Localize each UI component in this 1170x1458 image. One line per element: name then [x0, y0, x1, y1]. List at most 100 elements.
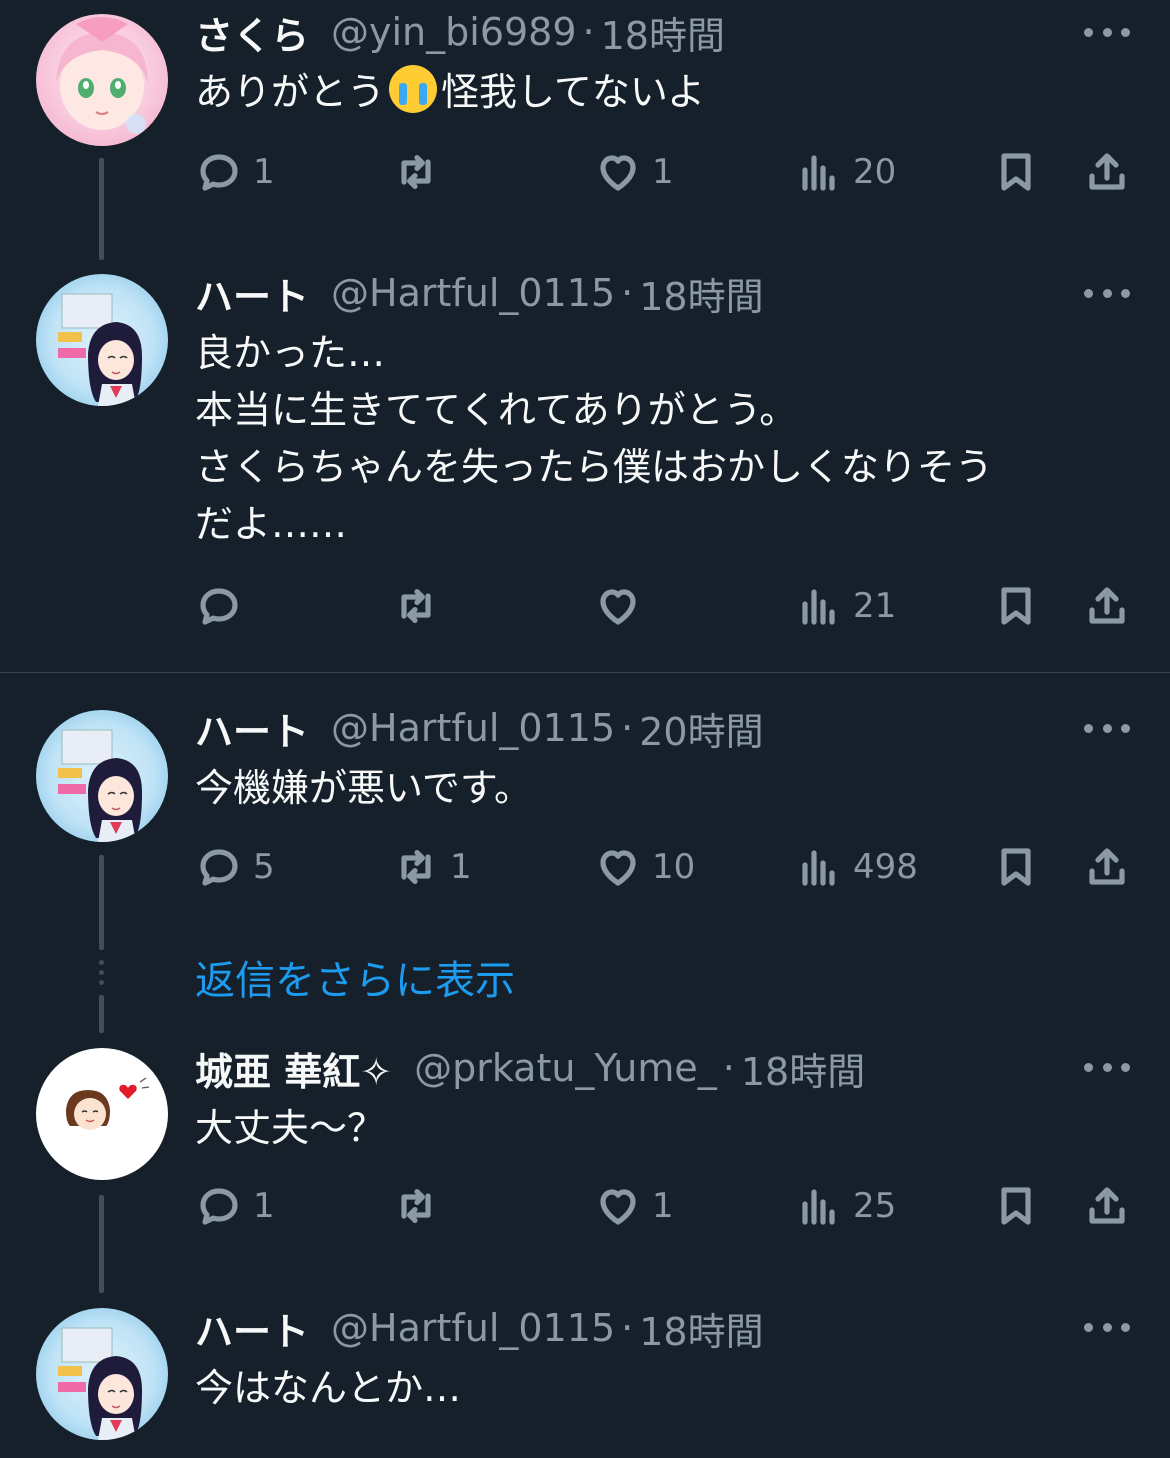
view-count: 21 [853, 586, 897, 626]
views-button[interactable]: 25 [795, 1176, 896, 1236]
views-chart-icon [802, 589, 835, 625]
user-handle[interactable]: @Hartful_0115 [331, 271, 615, 315]
retweet-icon [401, 850, 431, 884]
views-button[interactable]: 21 [795, 576, 896, 636]
retweet-button[interactable] [392, 576, 450, 636]
reply-button[interactable]: 1 [195, 1176, 275, 1236]
loudly-crying-face-icon [389, 65, 438, 113]
reply-button[interactable]: 5 [195, 837, 275, 897]
tweet-text: ありがとう 怪我してないよ [195, 64, 1125, 121]
bookmark-button[interactable] [992, 576, 1040, 636]
retweet-button[interactable] [392, 1176, 450, 1236]
tweet-header: ハート @Hartful_0115 · 18時間 [195, 263, 764, 323]
like-button[interactable] [594, 576, 652, 636]
heart-icon [600, 850, 636, 886]
reply-icon [200, 849, 238, 886]
reply-button[interactable] [195, 576, 253, 636]
separator-dot: · [582, 10, 595, 54]
share-icon [1089, 848, 1125, 885]
share-icon [1089, 153, 1125, 190]
share-button[interactable] [1083, 576, 1131, 636]
bookmark-button[interactable] [992, 837, 1040, 897]
anime-girl-avatar-image [56, 17, 148, 134]
action-bar: 1 1 20 [0, 142, 1170, 202]
tweet-header: ハート @Hartful_0115 · 20時間 [195, 698, 764, 758]
timestamp[interactable]: 18時間 [741, 1041, 865, 1096]
show-more-replies-link[interactable]: 返信をさらに表示 [195, 948, 515, 1006]
views-chart-icon [802, 1189, 835, 1225]
user-handle[interactable]: @Hartful_0115 [331, 1306, 615, 1350]
display-name[interactable]: さくら [195, 5, 309, 60]
like-count: 10 [652, 847, 696, 887]
user-handle[interactable]: @yin_bi6989 [331, 10, 577, 54]
divider [0, 672, 1170, 673]
share-button[interactable] [1083, 1176, 1131, 1236]
anime-avatar-image [58, 729, 142, 842]
views-chart-icon [802, 850, 835, 886]
tweet-text: 今機嫌が悪いです。 [195, 766, 533, 810]
views-button[interactable]: 498 [795, 837, 918, 897]
retweet-count: 1 [450, 847, 472, 887]
avatar[interactable] [36, 274, 168, 406]
display-name[interactable]: ハート [195, 1301, 309, 1356]
action-bar: 5 1 10 498 [0, 837, 1170, 897]
like-button[interactable]: 1 [594, 1176, 674, 1236]
tweet-header: さくら @yin_bi6989 · 18時間 [195, 2, 725, 62]
reply-icon [200, 1188, 238, 1225]
display-name[interactable]: ハート [195, 701, 309, 756]
retweet-button[interactable] [392, 142, 450, 202]
tweet-text: 良かった… 本当に生きててくれてありがとう。 さくらちゃんを失ったら僕はおかしく… [195, 331, 994, 546]
user-handle[interactable]: @prkatu_Yume_ [414, 1046, 717, 1090]
tweet-text: 大丈夫〜？ [195, 1106, 386, 1150]
view-count: 25 [853, 1186, 897, 1226]
heart-icon [600, 1189, 636, 1225]
views-chart-icon [802, 155, 835, 191]
avatar[interactable] [36, 1048, 168, 1180]
like-button[interactable]: 10 [594, 837, 695, 897]
reply-count: 1 [253, 1186, 275, 1226]
thread-line [99, 995, 104, 1033]
bookmark-icon [1001, 587, 1031, 625]
heart-icon [600, 589, 636, 625]
bookmark-button[interactable] [992, 142, 1040, 202]
timestamp[interactable]: 18時間 [601, 5, 725, 60]
avatar[interactable] [36, 14, 168, 146]
reply-icon [200, 588, 238, 625]
action-bar: 1 1 25 [0, 1176, 1170, 1236]
display-name[interactable]: ハート [195, 266, 309, 321]
more-options-icon[interactable] [1084, 722, 1130, 734]
tweet-text: 今はなんとか… [195, 1366, 462, 1410]
separator-dot: · [621, 706, 634, 750]
tweet-text-part: 怪我してないよ [441, 70, 706, 114]
doodle-face-avatar-image [66, 1077, 150, 1130]
more-options-icon[interactable] [1084, 26, 1130, 38]
reply-button[interactable]: 1 [195, 142, 275, 202]
more-options-icon[interactable] [1084, 1321, 1130, 1333]
like-count: 1 [652, 152, 674, 192]
avatar[interactable] [36, 710, 168, 842]
share-button[interactable] [1083, 142, 1131, 202]
avatar[interactable] [36, 1308, 168, 1440]
retweet-icon [401, 1189, 431, 1223]
user-handle[interactable]: @Hartful_0115 [331, 706, 615, 750]
more-options-icon[interactable] [1084, 287, 1130, 299]
bookmark-button[interactable] [992, 1176, 1040, 1236]
like-button[interactable]: 1 [594, 142, 674, 202]
share-icon [1089, 1187, 1125, 1224]
timestamp[interactable]: 18時間 [639, 266, 763, 321]
share-button[interactable] [1083, 837, 1131, 897]
tweet-header: ハート @Hartful_0115 · 18時間 [195, 1298, 764, 1358]
action-bar: 21 [0, 576, 1170, 636]
timestamp[interactable]: 18時間 [639, 1301, 763, 1356]
retweet-icon [401, 589, 431, 623]
tweet-text-part: ありがとう [195, 70, 386, 114]
bookmark-icon [1001, 153, 1031, 191]
display-name[interactable]: 城亜 華紅✧ [195, 1041, 392, 1096]
more-options-icon[interactable] [1084, 1061, 1130, 1073]
views-button[interactable]: 20 [795, 142, 896, 202]
timestamp[interactable]: 20時間 [639, 701, 763, 756]
retweet-button[interactable]: 1 [392, 837, 472, 897]
reply-count: 5 [253, 847, 275, 887]
anime-avatar-image [58, 1327, 142, 1440]
separator-dot: · [621, 271, 634, 315]
